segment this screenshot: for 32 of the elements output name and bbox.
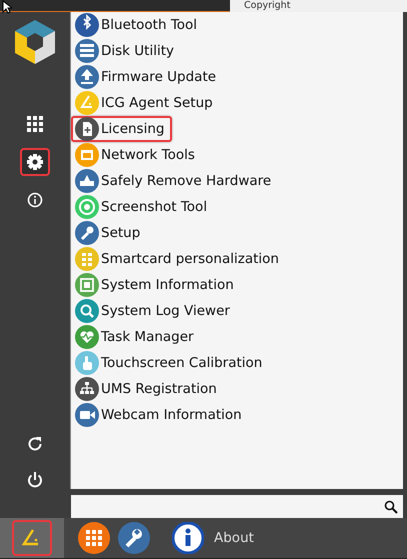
menu-item[interactable]: System Log Viewer [71,298,403,324]
menu-item[interactable]: Webcam Information [71,402,403,428]
info-icon[interactable] [172,522,204,554]
search-field[interactable] [71,495,403,518]
menu-item[interactable]: Task Manager [71,324,403,350]
menu-item[interactable]: System Information [71,272,403,298]
menu-item[interactable]: Safely Remove Hardware [71,168,403,194]
about-label: About [214,528,254,548]
menu-item[interactable]: Bluetooth Tool [71,12,403,38]
menu-item[interactable]: UMS Registration [71,376,403,402]
info-icon [27,192,43,208]
apps-grid-icon [27,116,43,132]
start-button[interactable] [0,518,64,558]
power-icon [26,471,44,489]
menu-item[interactable]: Screenshot Tool [71,194,403,220]
refresh-icon [26,435,44,453]
settings-icon [26,153,44,171]
menu-item[interactable]: Disk Utility [71,38,403,64]
apps-grid-icon[interactable] [78,522,110,554]
settings-button[interactable] [20,148,50,176]
search-icon [384,500,398,514]
menu-item[interactable]: ICG Agent Setup [71,90,403,116]
menu-item[interactable]: Firmware Update [71,64,403,90]
menu-item[interactable]: Network Tools [71,142,403,168]
menu-item[interactable]: Touchscreen Calibration [71,350,403,376]
menu-item[interactable]: Licensing [71,116,172,142]
menu-item[interactable]: Setup [71,220,403,246]
background-window-text: Copyright [230,0,407,12]
menu-item[interactable]: Smartcard personalization [71,246,403,272]
cube-logo-icon [12,18,58,66]
wrench-icon[interactable] [118,522,150,554]
mouse-pointer-icon [2,0,12,14]
